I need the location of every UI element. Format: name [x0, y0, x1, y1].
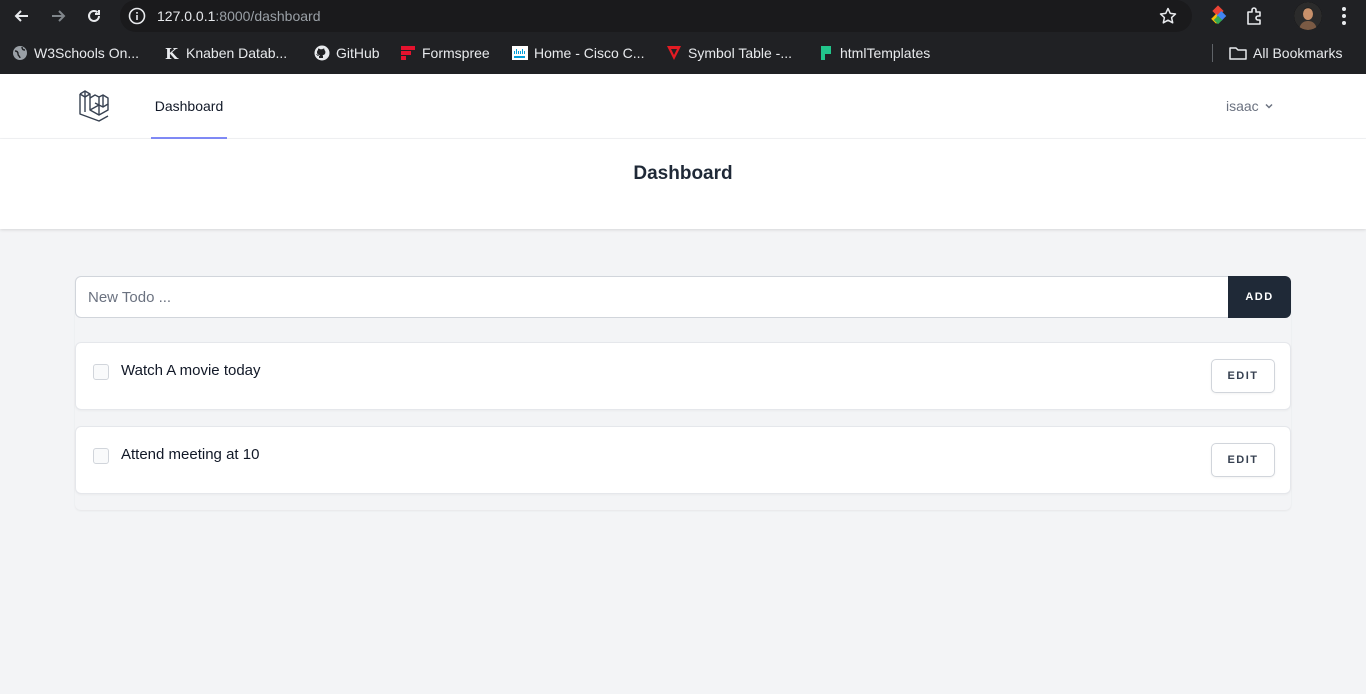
forward-arrow-icon[interactable]: [46, 4, 70, 28]
url-text: 127.0.0.1:8000/dashboard: [157, 8, 320, 24]
formspree-icon: [400, 45, 416, 61]
cisco-icon: [512, 45, 528, 61]
edit-todo-button[interactable]: EDIT: [1211, 359, 1275, 393]
reload-icon[interactable]: [82, 4, 106, 28]
add-todo-button[interactable]: ADD: [1228, 276, 1291, 318]
bookmark-label: Home - Cisco C...: [534, 45, 645, 61]
laravel-logo-icon[interactable]: [78, 89, 112, 123]
edit-todo-button[interactable]: EDIT: [1211, 443, 1275, 477]
bookmark-label: W3Schools On...: [34, 45, 140, 61]
bookmark-label: GitHub: [336, 45, 380, 61]
browser-toolbar: 127.0.0.1:8000/dashboard: [0, 0, 1366, 32]
url-path: :8000/dashboard: [215, 8, 321, 24]
bookmark-html-templates[interactable]: htmlTemplates: [818, 42, 930, 64]
todo-checkbox[interactable]: [93, 448, 109, 464]
app-navbar: Dashboard isaac: [0, 74, 1366, 139]
knaben-icon: K: [164, 45, 180, 61]
bookmark-w3schools[interactable]: W3Schools On...: [12, 42, 139, 64]
bookmark-label: Formspree: [422, 45, 490, 61]
back-arrow-icon[interactable]: [10, 4, 34, 28]
todo-item: Watch A movie today EDIT: [75, 342, 1291, 410]
browser-menu-icon[interactable]: [1334, 4, 1354, 28]
symbol-table-icon: [666, 45, 682, 61]
extensions-puzzle-icon[interactable]: [1244, 5, 1266, 27]
globe-icon: [12, 45, 28, 61]
folder-icon: [1229, 45, 1247, 61]
bookmark-label: Symbol Table -...: [688, 45, 793, 61]
bookmark-cisco[interactable]: Home - Cisco C...: [512, 42, 644, 64]
address-bar[interactable]: 127.0.0.1:8000/dashboard: [120, 0, 1192, 32]
bookmark-star-icon[interactable]: [1158, 6, 1178, 26]
bookmark-github[interactable]: GitHub: [314, 42, 380, 64]
todo-text: Watch A movie today: [121, 362, 261, 379]
site-info-icon[interactable]: [128, 7, 146, 25]
github-icon: [314, 45, 330, 61]
all-bookmarks-button[interactable]: All Bookmarks: [1229, 42, 1342, 64]
bookmark-label: htmlTemplates: [840, 45, 931, 61]
chevron-down-icon: [1265, 103, 1273, 109]
browser-chrome: 127.0.0.1:8000/dashboard W3Schools On...…: [0, 0, 1366, 74]
bookmark-knaben[interactable]: K Knaben Datab...: [164, 42, 287, 64]
profile-avatar[interactable]: [1294, 2, 1322, 30]
page-header: Dashboard: [0, 139, 1366, 229]
url-host: 127.0.0.1: [157, 8, 216, 24]
bookmarks-bar: W3Schools On... K Knaben Datab... GitHub…: [0, 38, 1366, 68]
new-todo-input[interactable]: [75, 276, 1229, 318]
bookmark-formspree[interactable]: Formspree: [400, 42, 490, 64]
html-templates-icon: [818, 45, 834, 61]
bookmark-symbol-table[interactable]: Symbol Table -...: [666, 42, 792, 64]
page-title: Dashboard: [633, 163, 733, 184]
user-name: isaac: [1226, 98, 1259, 114]
svg-text:K: K: [165, 45, 179, 61]
user-dropdown[interactable]: isaac: [1226, 96, 1275, 116]
bookmarks-divider: [1212, 44, 1213, 62]
nav-link-dashboard[interactable]: Dashboard: [151, 74, 227, 139]
todo-text: Attend meeting at 10: [121, 446, 260, 463]
todo-checkbox[interactable]: [93, 364, 109, 380]
all-bookmarks-label: All Bookmarks: [1253, 45, 1343, 61]
bookmark-label: Knaben Datab...: [186, 45, 288, 61]
todo-item: Attend meeting at 10 EDIT: [75, 426, 1291, 494]
color-extension-icon[interactable]: [1207, 5, 1229, 27]
